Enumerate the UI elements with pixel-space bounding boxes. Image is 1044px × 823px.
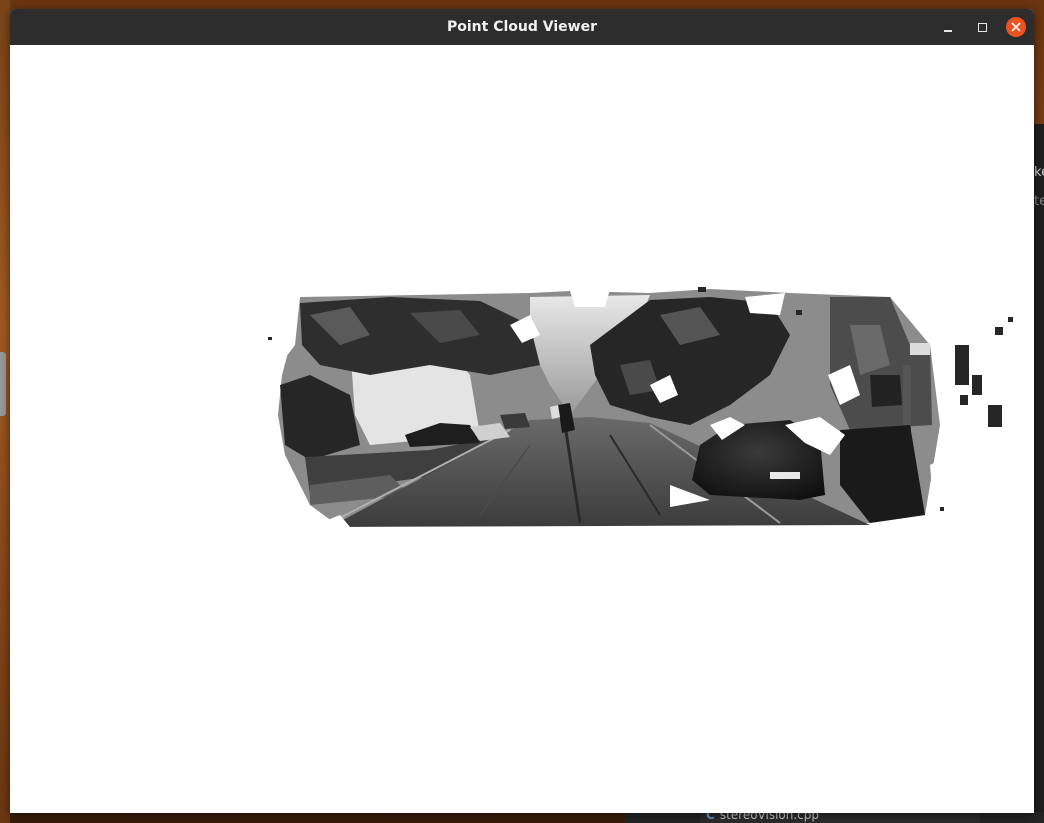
background-editor-text: ke	[1034, 165, 1044, 180]
background-editor-text: te	[1034, 194, 1044, 209]
close-icon	[1011, 22, 1021, 32]
title-bar[interactable]: Point Cloud Viewer	[10, 9, 1034, 46]
dock-handle[interactable]	[0, 352, 6, 416]
minimize-button[interactable]	[938, 17, 958, 37]
maximize-button[interactable]	[972, 17, 992, 37]
background-editor-panel	[1034, 124, 1044, 823]
point-cloud-render[interactable]	[10, 45, 1034, 813]
scan-body	[278, 289, 940, 527]
point-cloud-viewer-window: Point Cloud Viewer	[10, 9, 1034, 813]
point-cloud-viewport[interactable]	[10, 45, 1034, 813]
maximize-icon	[977, 22, 987, 32]
minimize-icon	[944, 30, 952, 32]
window-title: Point Cloud Viewer	[447, 19, 597, 35]
close-button[interactable]	[1006, 17, 1026, 37]
